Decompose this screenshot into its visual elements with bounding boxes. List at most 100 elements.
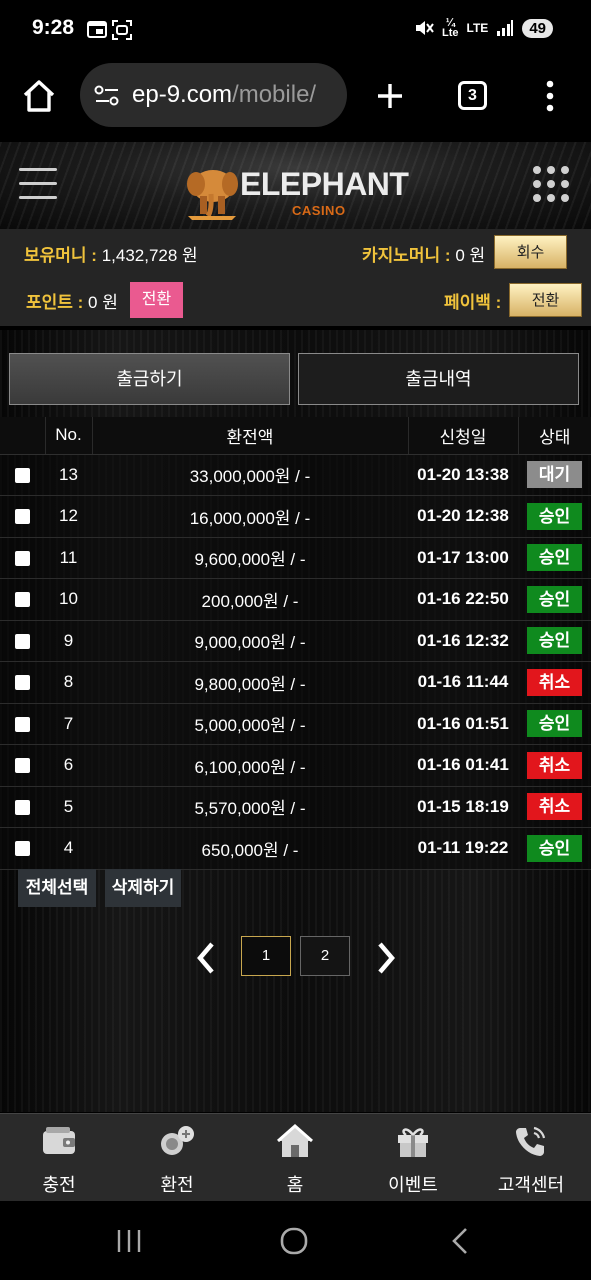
table-header-row: No. 환전액 신청일 상태 (0, 417, 591, 455)
table-row[interactable]: 8 9,800,000원 / -01-16 11:44 취소 (0, 661, 591, 704)
row-checkbox[interactable] (15, 550, 30, 566)
grid-menu-icon[interactable] (531, 164, 571, 204)
table-row[interactable]: 11 9,600,000원 / -01-17 13:00 승인 (0, 537, 591, 579)
status-badge: 승인 (527, 502, 582, 530)
recent-apps-icon[interactable] (116, 1228, 142, 1254)
row-checkbox-cell (0, 620, 45, 662)
money-info-panel: 보유머니 : 1,432,728 원 카지노머니 : 0 원 회수 포인트 : … (0, 229, 591, 326)
recover-button[interactable]: 회수 (494, 235, 567, 269)
table-row[interactable]: 5 5,570,000원 / -01-15 18:19 취소 (0, 786, 591, 828)
logo-text: ELEPHANT (240, 166, 409, 202)
status-badge: 취소 (527, 751, 582, 779)
url-text[interactable]: ep-9.com/mobile/ (132, 81, 316, 109)
row-checkbox[interactable] (15, 509, 30, 525)
casino-money-value: 0 원 (455, 246, 486, 265)
holding-money-label: 보유머니 : (24, 246, 97, 265)
holding-money-value: 1,432,728 원 (101, 246, 198, 265)
prev-page-icon[interactable] (192, 938, 220, 978)
header-checkbox (0, 417, 45, 455)
home-button-icon[interactable] (280, 1227, 308, 1255)
row-checkbox[interactable] (15, 758, 30, 774)
row-checkbox[interactable] (15, 716, 30, 732)
row-status-cell: 승인 (518, 495, 591, 538)
row-number: 12 (45, 495, 92, 538)
row-checkbox-cell (0, 744, 45, 787)
system-navigation-bar (0, 1201, 591, 1280)
signal-icon (497, 20, 514, 36)
tab-withdraw[interactable]: 출금하기 (9, 353, 290, 405)
battery-indicator: 49 (522, 18, 553, 38)
nav-deposit[interactable]: 충전 (0, 1114, 118, 1202)
table-row[interactable]: 4 650,000원 / -01-11 19:22 승인 (0, 827, 591, 870)
page-2-button[interactable]: 2 (300, 936, 350, 976)
row-checkbox[interactable] (15, 633, 30, 649)
row-number: 4 (45, 827, 92, 870)
table-row[interactable]: 13 33,000,000원 / -01-20 13:38 대기 (0, 454, 591, 496)
select-all-button[interactable]: 전체선택 (18, 869, 96, 907)
row-amount: 9,800,000원 / - (92, 661, 408, 704)
elephant-logo-icon[interactable] (186, 162, 238, 220)
row-checkbox[interactable] (15, 841, 30, 857)
home-icon[interactable] (22, 79, 56, 113)
nav-exchange-label: 환전 (160, 1175, 194, 1195)
points-label: 포인트 : (26, 293, 84, 312)
row-amount: 33,000,000원 / - (92, 454, 408, 496)
site-settings-icon[interactable] (94, 85, 120, 107)
site-header: ELEPHANT CASINO (0, 142, 591, 229)
tab-withdraw-history[interactable]: 출금내역 (298, 353, 579, 405)
hamburger-menu-icon[interactable] (17, 166, 59, 202)
next-page-icon[interactable] (372, 938, 400, 978)
status-bar: 9:28 ¼ Lte LTE 49 (0, 0, 591, 60)
nav-customer-center-label: 고객센터 (497, 1175, 565, 1195)
calendar-icon (87, 21, 107, 38)
row-checkbox-cell (0, 703, 45, 745)
row-status-cell: 대기 (518, 454, 591, 496)
address-bar[interactable]: ep-9.com/mobile/ (80, 63, 347, 127)
status-badge: 취소 (527, 793, 582, 821)
nav-event[interactable]: 이벤트 (354, 1114, 472, 1202)
nav-deposit-label: 충전 (42, 1175, 76, 1195)
casino-money: 카지노머니 : 0 원 (362, 241, 485, 266)
row-number: 7 (45, 703, 92, 745)
point-convert-button[interactable]: 전환 (130, 282, 183, 318)
row-checkbox[interactable] (15, 675, 30, 691)
back-icon[interactable] (449, 1227, 471, 1255)
exchange-icon (161, 1126, 194, 1155)
more-menu-icon[interactable] (545, 80, 555, 112)
row-checkbox[interactable] (15, 592, 30, 608)
new-tab-icon[interactable] (376, 82, 404, 110)
page-1-button[interactable]: 1 (241, 936, 291, 976)
row-amount: 9,000,000원 / - (92, 620, 408, 662)
table-row[interactable]: 6 6,100,000원 / -01-16 01:41 취소 (0, 744, 591, 787)
status-badge: 대기 (527, 461, 582, 489)
row-date: 01-20 13:38 (408, 454, 518, 496)
header-amount: 환전액 (91, 417, 408, 455)
gift-icon (398, 1128, 428, 1157)
browser-toolbar: ep-9.com/mobile/ 3 (0, 60, 591, 140)
bottom-navigation: 충전 환전 홈 이벤트 고객센터 (0, 1113, 591, 1201)
status-badge: 승인 (527, 544, 582, 572)
table-row[interactable]: 7 5,000,000원 / -01-16 01:51 승인 (0, 703, 591, 745)
tab-switcher-button[interactable]: 3 (458, 81, 487, 110)
points: 포인트 : 0 원 (26, 288, 118, 313)
row-checkbox[interactable] (15, 467, 30, 483)
table-row[interactable]: 10 200,000원 / -01-16 22:50 승인 (0, 578, 591, 621)
row-date: 01-15 18:19 (408, 786, 518, 828)
status-time: 9:28 (32, 16, 75, 39)
table-row[interactable]: 12 16,000,000원 / -01-20 12:38 승인 (0, 495, 591, 538)
row-number: 9 (45, 620, 92, 662)
row-date: 01-16 11:44 (408, 661, 518, 704)
delete-button[interactable]: 삭제하기 (105, 869, 181, 907)
nav-customer-center[interactable]: 고객센터 (472, 1114, 590, 1202)
row-status-cell: 취소 (518, 786, 591, 828)
nav-exchange[interactable]: 환전 (118, 1114, 236, 1202)
logo-subtext: CASINO (292, 203, 346, 218)
row-number: 6 (45, 744, 92, 787)
row-date: 01-11 19:22 (408, 827, 518, 870)
row-amount: 6,100,000원 / - (92, 744, 408, 787)
nav-home[interactable]: 홈 (236, 1114, 354, 1202)
table-row[interactable]: 9 9,000,000원 / -01-16 12:32 승인 (0, 620, 591, 662)
payback-convert-button[interactable]: 전환 (509, 283, 582, 317)
row-checkbox[interactable] (15, 799, 30, 815)
row-amount: 9,600,000원 / - (92, 537, 408, 579)
